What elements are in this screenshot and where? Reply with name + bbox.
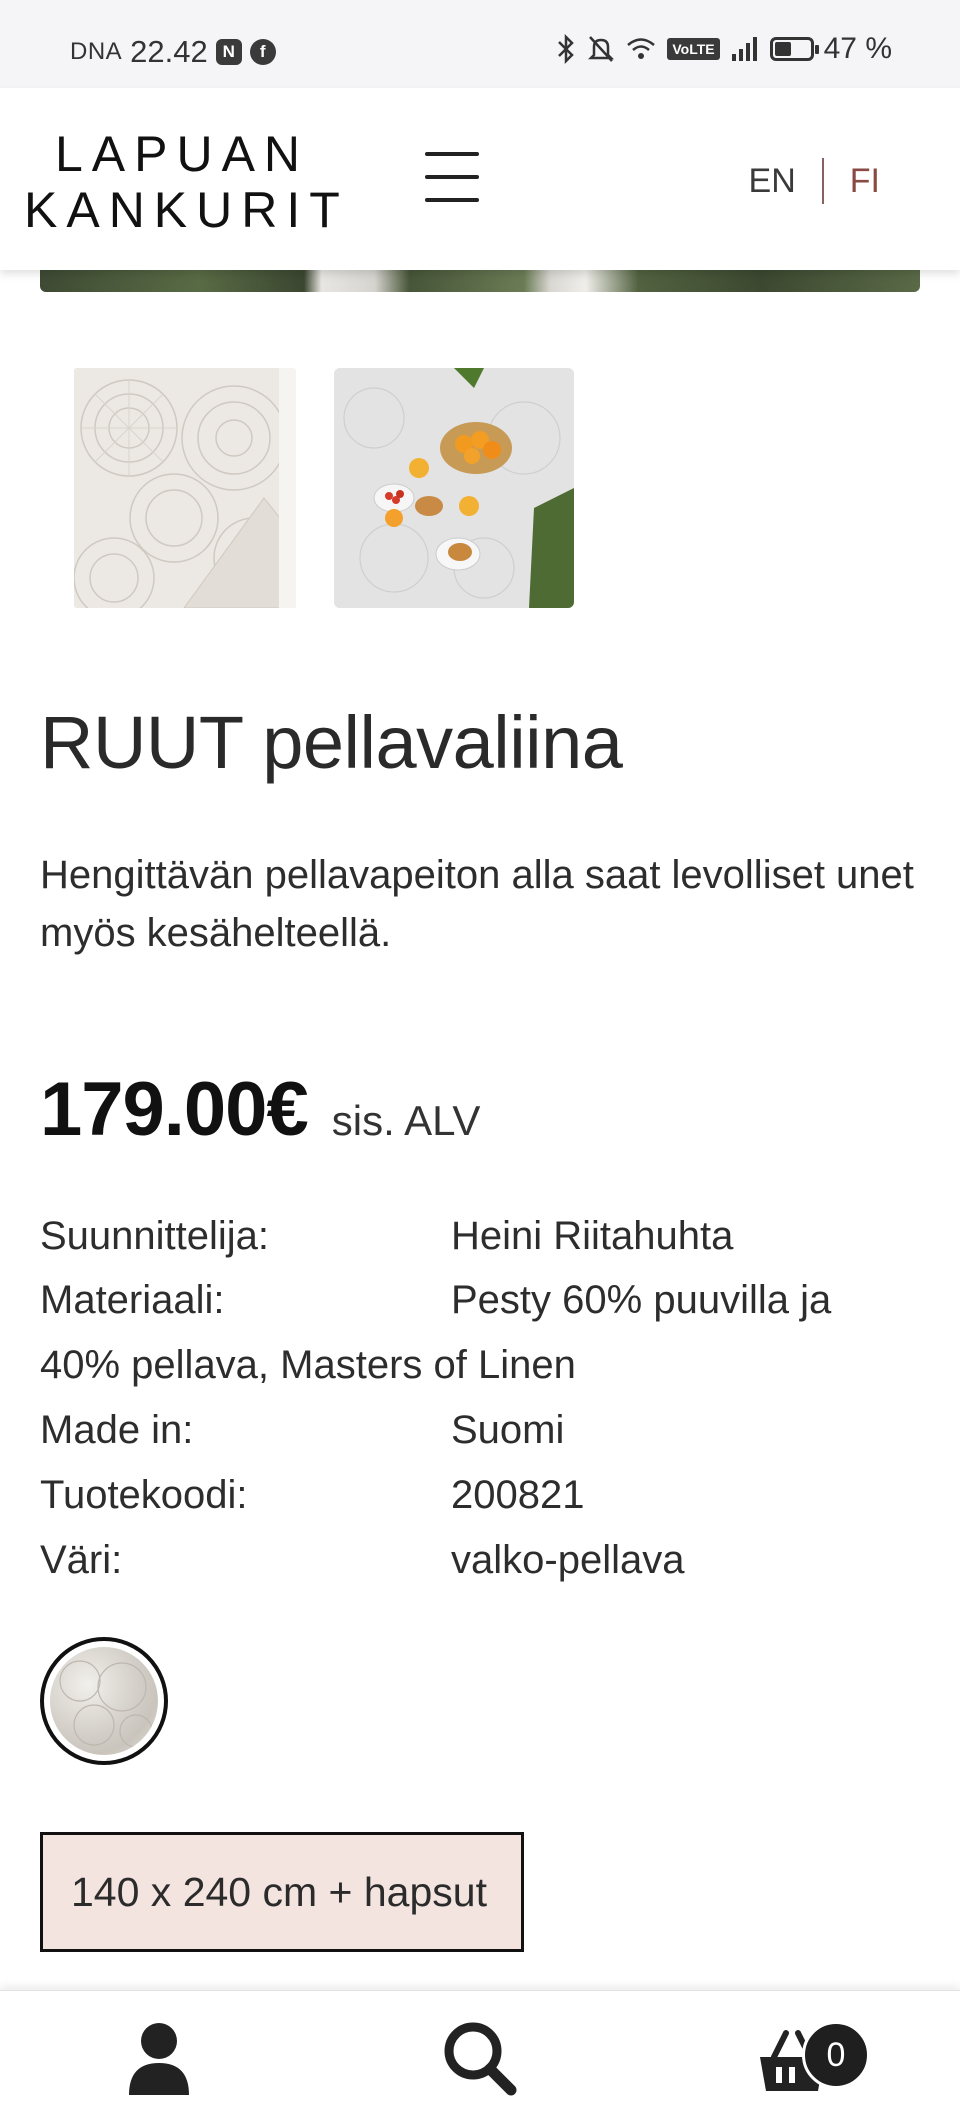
color-swatch-selected[interactable] [40,1637,168,1765]
lang-fi-link[interactable]: FI [850,162,880,201]
signal-icon [731,37,757,61]
spec-designer-value: Heini Riitahuhta [451,1214,734,1258]
battery-icon [769,37,819,61]
lang-en-link[interactable]: EN [749,162,796,201]
status-right: VoLTE 47 % [555,32,892,66]
spec-designer-label: Suunnittelija: [40,1214,270,1258]
product-price: 179.00€ [40,1067,309,1152]
logo-line-1: LAPUAN [54,126,310,182]
spec-material-value-2: 40% pellava, Masters of Linen [40,1343,576,1387]
spec-code-label: Tuotekoodi: [40,1473,248,1517]
menu-icon[interactable] [425,152,481,204]
logo-line-2: KANKURIT [24,182,349,238]
brand-logo[interactable]: LAPUAN KANKURIT [24,126,340,238]
bluetooth-icon [558,34,575,64]
bottom-navigation: 0 [0,1990,960,2123]
size-option-label: 140 x 240 cm + hapsut [71,1868,487,1915]
volte-icon: VoLTE [667,38,720,60]
spec-code-value: 200821 [451,1473,585,1517]
spec-made-in-label: Made in: [40,1408,194,1452]
language-switcher: EN FI [749,158,880,204]
facebook-icon: f [249,39,276,65]
product-description: Hengittävän pellavapeiton alla saat levo… [40,853,914,955]
spec-made-in-value: Suomi [451,1408,565,1452]
lang-divider [821,158,824,204]
price-row: 179.00€ sis. ALV [40,1066,480,1153]
clock: 22.42 [130,34,208,69]
spec-material-label: Materiaali: [40,1278,225,1322]
thumbnail-pattern[interactable] [74,368,296,608]
mute-bell-icon [588,36,615,62]
cart-button[interactable]: 0 [752,2017,882,2097]
spec-color-value: valko-pellava [451,1538,685,1582]
site-header: LAPUAN KANKURIT EN FI [0,88,960,270]
product-title: RUUT pellavaliina [40,701,623,784]
battery-percent: 47 % [823,32,892,65]
thumbnail-picnic[interactable] [334,368,574,608]
size-option-button[interactable]: 140 x 240 cm + hapsut [40,1832,524,1952]
status-left: DNA 22.42 N f [70,34,276,70]
wifi-icon [627,38,656,59]
carrier-label: DNA [70,38,123,65]
spec-material-value-1: Pesty 60% puuvilla ja [451,1278,832,1322]
vat-label: sis. ALV [331,1097,481,1144]
cart-count-badge: 0 [802,2021,870,2089]
status-bar: DNA 22.42 N f VoLTE 47 % [0,0,960,88]
user-icon[interactable] [114,2017,204,2097]
nfc-icon: N [215,39,242,65]
spec-color-label: Väri: [40,1538,123,1582]
search-icon[interactable] [435,2017,525,2097]
